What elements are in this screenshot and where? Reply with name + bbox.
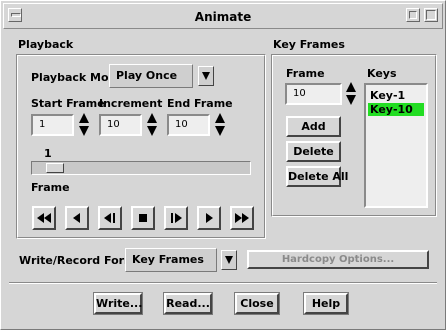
footer-divider <box>9 282 437 284</box>
step-forward-button[interactable] <box>197 206 221 230</box>
arrow-up-icon[interactable] <box>346 82 356 92</box>
delete-all-keys-button[interactable]: Delete All <box>286 166 348 187</box>
start-frame-label: Start Frame <box>31 97 105 110</box>
keys-list-item[interactable]: Key-1 <box>368 89 407 102</box>
arrow-down-icon[interactable] <box>215 126 225 136</box>
maximize-button[interactable] <box>424 8 438 22</box>
keys-label: Keys <box>367 67 397 80</box>
window-title: Animate <box>194 10 252 24</box>
record-format-select[interactable]: Key Frames <box>125 248 217 272</box>
frame-slider-label: Frame <box>31 181 70 194</box>
arrow-down-icon[interactable] <box>346 95 356 105</box>
rewind-button[interactable] <box>32 206 56 230</box>
increment-input[interactable]: 10 <box>99 114 142 136</box>
playback-section-label: Playback <box>18 38 74 51</box>
frame-slider[interactable] <box>31 161 251 175</box>
read-button[interactable]: Read... <box>163 292 213 315</box>
record-format-dropdown-button[interactable] <box>221 250 237 270</box>
rewind-icon <box>37 213 51 223</box>
arrow-up-icon[interactable] <box>79 113 89 123</box>
key-frames-section-label: Key Frames <box>273 38 345 51</box>
fast-forward-button[interactable] <box>230 206 254 230</box>
stop-button[interactable] <box>131 206 155 230</box>
play-icon <box>171 213 182 223</box>
key-frame-spinner[interactable] <box>345 82 357 106</box>
help-button[interactable]: Help <box>303 292 349 315</box>
start-frame-spinner[interactable] <box>78 113 90 137</box>
frame-slider-thumb[interactable] <box>46 163 64 173</box>
arrow-up-icon[interactable] <box>147 113 157 123</box>
play-reverse-button[interactable] <box>98 206 122 230</box>
end-frame-label: End Frame <box>167 97 233 110</box>
stop-icon <box>139 214 147 222</box>
play-reverse-icon <box>104 213 115 223</box>
close-button[interactable]: Close <box>234 292 280 315</box>
key-frame-input[interactable]: 10 <box>285 83 342 105</box>
play-button[interactable] <box>164 206 188 230</box>
arrow-up-icon[interactable] <box>215 113 225 123</box>
increment-spinner[interactable] <box>146 113 158 137</box>
minimize-button[interactable] <box>406 8 420 22</box>
keys-list[interactable]: Key-1 Key-10 <box>364 83 428 208</box>
playback-mode-dropdown-button[interactable] <box>198 66 214 86</box>
step-forward-icon <box>206 213 213 223</box>
fast-forward-icon <box>235 213 249 223</box>
arrow-down-icon[interactable] <box>147 126 157 136</box>
start-frame-input[interactable]: 1 <box>31 114 74 136</box>
end-frame-input[interactable]: 10 <box>167 114 210 136</box>
chevron-down-icon <box>225 256 233 264</box>
write-button[interactable]: Write... <box>93 292 143 315</box>
key-frame-label: Frame <box>286 67 325 80</box>
animate-dialog: Animate Playback Playback Mode Play Once… <box>0 0 446 330</box>
step-back-icon <box>73 213 80 223</box>
step-back-button[interactable] <box>65 206 89 230</box>
chevron-down-icon <box>202 72 210 80</box>
increment-label: Increment <box>99 97 163 110</box>
current-frame-value: 1 <box>44 147 52 160</box>
title-bar[interactable]: Animate <box>3 3 443 29</box>
playback-mode-select[interactable]: Play Once <box>109 64 193 88</box>
end-frame-spinner[interactable] <box>214 113 226 137</box>
hardcopy-options-button[interactable]: Hardcopy Options... <box>247 250 429 269</box>
add-key-button[interactable]: Add <box>286 116 341 137</box>
keys-list-item-selected[interactable]: Key-10 <box>368 103 424 116</box>
delete-key-button[interactable]: Delete <box>286 141 341 162</box>
arrow-down-icon[interactable] <box>79 126 89 136</box>
